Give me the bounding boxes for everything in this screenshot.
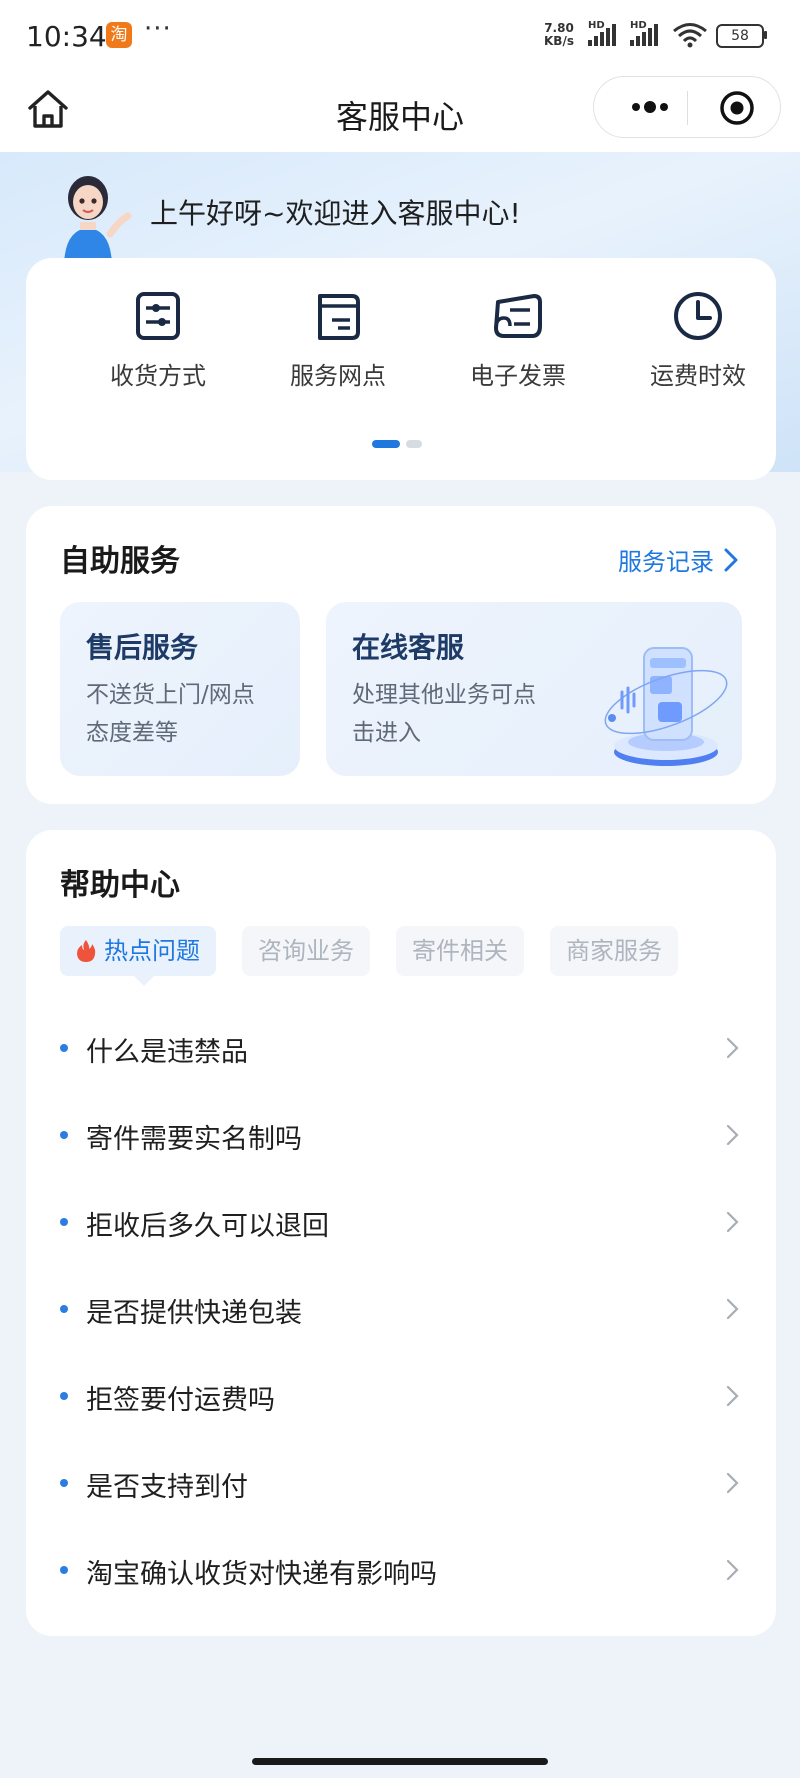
home-indicator[interactable] xyxy=(252,1758,548,1765)
help-tabs: 热点问题 咨询业务 寄件相关 商家服务 xyxy=(60,926,678,976)
status-time: 10:34 xyxy=(26,20,107,53)
receive-method-icon xyxy=(136,292,180,340)
tab-hot-questions[interactable]: 热点问题 xyxy=(60,926,216,976)
quick-action-service-outlet[interactable]: 服务网点 xyxy=(258,288,418,391)
quick-action-label: 服务网点 xyxy=(290,362,386,390)
chevron-right-icon xyxy=(726,1124,739,1146)
bullet-dot xyxy=(60,1566,68,1574)
faq-question: 拒签要付运费吗 xyxy=(86,1385,275,1416)
pager-dot xyxy=(406,440,422,448)
tab-label: 寄件相关 xyxy=(412,937,508,965)
signal-1-icon xyxy=(588,24,616,46)
bullet-dot xyxy=(60,1479,68,1487)
after-sales-desc: 不送货上门/网点 态度差等 xyxy=(86,676,255,752)
tab-label: 热点问题 xyxy=(104,937,200,965)
close-mini-program-icon[interactable] xyxy=(718,89,756,127)
tab-label: 咨询业务 xyxy=(258,937,354,965)
phone-service-illustration-icon xyxy=(604,647,728,766)
battery-indicator: 58 xyxy=(716,24,764,48)
chevron-right-icon xyxy=(726,1385,739,1407)
self-service-card: 自助服务 服务记录 售后服务 不送货上门/网点 态度差等 在线客服 处理其他业务… xyxy=(26,506,776,804)
after-sales-desc-line: 不送货上门/网点 xyxy=(86,682,255,708)
after-sales-title: 售后服务 xyxy=(86,631,199,664)
status-more-dots: ··· xyxy=(144,14,172,44)
help-center-card: 帮助中心 热点问题 咨询业务 寄件相关 商家服务 什么是违禁品 寄件需要实名制吗 xyxy=(26,830,776,1636)
service-records-label: 服务记录 xyxy=(618,548,714,576)
bullet-dot xyxy=(60,1218,68,1226)
faq-item[interactable]: 拒签要付运费吗 xyxy=(26,1352,776,1439)
chevron-right-icon xyxy=(726,1472,739,1494)
after-sales-desc-line: 态度差等 xyxy=(86,720,178,746)
tab-consulting-business[interactable]: 咨询业务 xyxy=(242,926,370,976)
capsule-divider xyxy=(687,91,688,125)
pager-dot-active xyxy=(372,440,400,448)
after-sales-service-card[interactable]: 售后服务 不送货上门/网点 态度差等 xyxy=(60,602,300,776)
chevron-right-icon xyxy=(726,1037,739,1059)
network-speed: 7.80 KB/s xyxy=(544,22,574,48)
chevron-right-icon xyxy=(726,1298,739,1320)
online-service-desc-line: 击进入 xyxy=(352,720,421,746)
online-service-desc: 处理其他业务可点 击进入 xyxy=(352,676,536,752)
bullet-dot xyxy=(60,1392,68,1400)
clock-icon xyxy=(674,292,722,340)
signal-2-icon xyxy=(630,24,658,46)
chevron-right-icon xyxy=(726,1559,739,1581)
online-service-title: 在线客服 xyxy=(352,631,465,664)
service-outlet-icon xyxy=(318,294,360,340)
quick-action-shipping-time[interactable]: 运费时效 xyxy=(618,288,778,391)
taobao-app-icon: 淘 xyxy=(106,22,132,48)
help-center-title: 帮助中心 xyxy=(60,868,180,903)
faq-question: 拒收后多久可以退回 xyxy=(86,1211,329,1242)
fire-icon xyxy=(77,940,96,962)
service-assistant-avatar-icon xyxy=(64,176,132,268)
service-records-link[interactable]: 服务记录 xyxy=(618,542,738,577)
faq-question: 淘宝确认收货对快递有影响吗 xyxy=(86,1559,437,1590)
faq-item[interactable]: 是否支持到付 xyxy=(26,1439,776,1526)
mini-program-capsule xyxy=(593,76,781,138)
faq-question: 寄件需要实名制吗 xyxy=(86,1124,302,1155)
greeting-text: 上午好呀~欢迎进入客服中心! xyxy=(150,197,521,230)
quick-actions-card: 收货方式 服务网点 电子发票 运费时效 xyxy=(26,258,776,480)
nav-bar: 客服中心 xyxy=(0,72,800,152)
bullet-dot xyxy=(60,1131,68,1139)
faq-question: 是否提供快递包装 xyxy=(86,1298,302,1329)
e-invoice-icon xyxy=(494,294,542,338)
quick-action-label: 收货方式 xyxy=(110,362,206,390)
bullet-dot xyxy=(60,1044,68,1052)
faq-item[interactable]: 什么是违禁品 xyxy=(26,1004,776,1091)
tab-merchant-service[interactable]: 商家服务 xyxy=(550,926,678,976)
network-speed-unit: KB/s xyxy=(544,34,574,48)
status-bar: 10:34 淘 ··· 7.80 KB/s HD HD 58 xyxy=(0,0,800,72)
bullet-dot xyxy=(60,1305,68,1313)
faq-question: 什么是违禁品 xyxy=(86,1037,248,1068)
faq-item[interactable]: 是否提供快递包装 xyxy=(26,1265,776,1352)
battery-tip xyxy=(764,31,767,39)
faq-question: 是否支持到付 xyxy=(86,1472,248,1503)
carousel-pager xyxy=(372,440,422,448)
faq-item[interactable]: 拒收后多久可以退回 xyxy=(26,1178,776,1265)
quick-action-label: 电子发票 xyxy=(470,362,566,390)
faq-list: 什么是违禁品 寄件需要实名制吗 拒收后多久可以退回 是否提供快递包装 拒签要付运… xyxy=(26,1004,776,1613)
online-service-card[interactable]: 在线客服 处理其他业务可点 击进入 xyxy=(326,602,742,776)
chevron-right-icon xyxy=(726,1211,739,1233)
online-service-desc-line: 处理其他业务可点 xyxy=(352,682,536,708)
tab-label: 商家服务 xyxy=(566,937,662,965)
faq-item[interactable]: 淘宝确认收货对快递有影响吗 xyxy=(26,1526,776,1613)
active-tab-pointer xyxy=(134,976,154,986)
tab-sending-related[interactable]: 寄件相关 xyxy=(396,926,524,976)
chevron-right-icon xyxy=(724,548,738,571)
quick-action-receive-method[interactable]: 收货方式 xyxy=(78,288,238,391)
self-service-title: 自助服务 xyxy=(60,544,180,579)
quick-action-label: 运费时效 xyxy=(650,362,746,390)
wifi-icon xyxy=(673,23,707,48)
more-menu-icon[interactable] xyxy=(620,83,680,131)
quick-action-e-invoice[interactable]: 电子发票 xyxy=(438,288,598,391)
faq-item[interactable]: 寄件需要实名制吗 xyxy=(26,1091,776,1178)
